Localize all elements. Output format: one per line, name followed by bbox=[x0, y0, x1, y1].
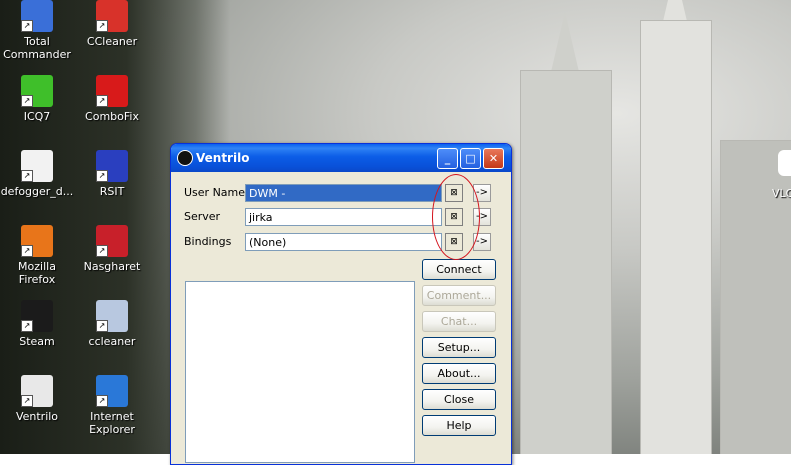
user-name-label: User Name bbox=[184, 186, 246, 199]
shortcut-arrow-icon: ↗ bbox=[21, 395, 33, 407]
desktop-icon-label: Mozilla Firefox bbox=[18, 260, 56, 286]
desktop-icon-label: Ventrilo bbox=[15, 410, 59, 423]
vlc-partial-icon[interactable] bbox=[778, 150, 791, 176]
combofix-icon: ↗ bbox=[96, 75, 128, 107]
comment-button[interactable]: Comment... bbox=[422, 285, 496, 306]
maximize-button[interactable]: □ bbox=[460, 148, 481, 169]
about-button[interactable]: About... bbox=[422, 363, 496, 384]
ccleaner-icon: ↗ bbox=[96, 0, 128, 32]
shortcut-arrow-icon: ↗ bbox=[96, 20, 108, 32]
shortcut-arrow-icon: ↗ bbox=[21, 320, 33, 332]
bindings-label: Bindings bbox=[184, 235, 232, 248]
setup-button[interactable]: Setup... bbox=[422, 337, 496, 358]
vlc-partial-label: VLC pl bbox=[772, 187, 791, 200]
shortcut-arrow-icon: ↗ bbox=[96, 170, 108, 182]
desktop-icon-label: Total Commander bbox=[3, 35, 71, 61]
desktop-icon-label: Internet Explorer bbox=[89, 410, 135, 436]
title-bar[interactable]: Ventrilo _ □ ✕ bbox=[171, 144, 511, 172]
user-name-field[interactable]: DWM - bbox=[245, 184, 442, 202]
desktop-icon[interactable]: ↗ Ventrilo bbox=[0, 375, 74, 423]
server-field[interactable]: jirka bbox=[245, 208, 442, 226]
connect-button[interactable]: Connect bbox=[422, 259, 496, 280]
desktop-icon-label: ccleaner bbox=[88, 335, 136, 348]
shortcut-arrow-icon: ↗ bbox=[96, 245, 108, 257]
desktop-icon[interactable]: ↗ CCleaner bbox=[75, 0, 149, 48]
shortcut-arrow-icon: ↗ bbox=[21, 245, 33, 257]
desktop-icon[interactable]: ↗ Total Commander bbox=[0, 0, 74, 61]
desktop-icon[interactable]: ↗ RSIT bbox=[75, 150, 149, 198]
desktop-icon-label: Steam bbox=[19, 335, 55, 348]
wallpaper-tower bbox=[640, 20, 712, 454]
shortcut-arrow-icon: ↗ bbox=[21, 170, 33, 182]
close-window-button[interactable]: ✕ bbox=[483, 148, 504, 169]
shortcut-arrow-icon: ↗ bbox=[21, 95, 33, 107]
icq-flower-icon: ↗ bbox=[21, 75, 53, 107]
steam-icon: ↗ bbox=[21, 300, 53, 332]
desktop-icon-label: ComboFix bbox=[85, 110, 139, 123]
shortcut-arrow-icon: ↗ bbox=[96, 395, 108, 407]
floppy-disk-icon: ↗ bbox=[21, 0, 53, 32]
channel-list[interactable] bbox=[185, 281, 415, 463]
shortcut-arrow-icon: ↗ bbox=[96, 95, 108, 107]
text-file-icon: ↗ bbox=[21, 150, 53, 182]
help-button[interactable]: Help bbox=[422, 415, 496, 436]
chat-button[interactable]: Chat... bbox=[422, 311, 496, 332]
desktop-icon[interactable]: ↗ ccleaner bbox=[75, 300, 149, 348]
close-button[interactable]: Close bbox=[422, 389, 496, 410]
wallpaper-tower bbox=[520, 70, 612, 454]
shortcut-arrow-icon: ↗ bbox=[96, 320, 108, 332]
bindings-field[interactable]: (None) bbox=[245, 233, 442, 251]
desktop-icon[interactable]: ↗ Nasgharet bbox=[75, 225, 149, 273]
internet-explorer-icon: ↗ bbox=[96, 375, 128, 407]
shortcut-arrow-icon: ↗ bbox=[21, 20, 33, 32]
server-label: Server bbox=[184, 210, 221, 223]
wallpaper-spire bbox=[551, 12, 579, 72]
nasgharet-icon: ↗ bbox=[96, 225, 128, 257]
installer-disc-icon: ↗ bbox=[96, 300, 128, 332]
red-highlight-ellipse bbox=[432, 174, 480, 260]
window-title: Ventrilo bbox=[196, 151, 250, 165]
rsit-icon: ↗ bbox=[96, 150, 128, 182]
desktop-icon-label: CCleaner bbox=[86, 35, 138, 48]
desktop-icon-label: Nasgharet bbox=[83, 260, 141, 273]
desktop-icon-label: ICQ7 bbox=[23, 110, 51, 123]
desktop-icon[interactable]: ↗ defogger_d... bbox=[0, 150, 74, 198]
ventrilo-icon: ↗ bbox=[21, 375, 53, 407]
desktop-icon[interactable]: ↗ Steam bbox=[0, 300, 74, 348]
minimize-button[interactable]: _ bbox=[437, 148, 458, 169]
desktop-icon[interactable]: ↗ Internet Explorer bbox=[75, 375, 149, 436]
desktop-icon[interactable]: ↗ Mozilla Firefox bbox=[0, 225, 74, 286]
desktop-icon-label: defogger_d... bbox=[0, 185, 74, 198]
desktop-icon[interactable]: ↗ ICQ7 bbox=[0, 75, 74, 123]
desktop-icon[interactable]: ↗ ComboFix bbox=[75, 75, 149, 123]
desktop-icon-label: RSIT bbox=[99, 185, 125, 198]
ventrilo-app-icon bbox=[177, 150, 193, 166]
firefox-icon: ↗ bbox=[21, 225, 53, 257]
